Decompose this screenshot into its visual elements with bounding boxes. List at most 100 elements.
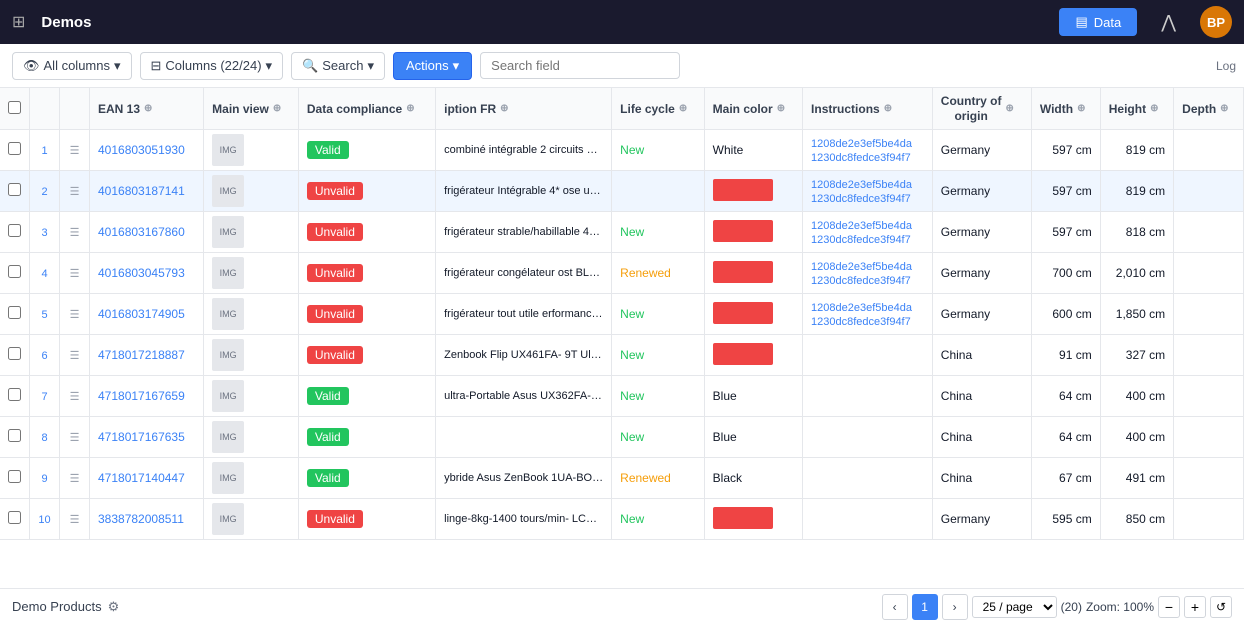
life-cycle-badge: New [620,143,644,157]
col-country-of-origin[interactable]: Country oforigin ⊕ [932,88,1031,130]
row-checkbox-cell [0,499,30,540]
row-flag: ☰ [60,376,90,417]
row-checkbox[interactable] [8,429,21,442]
sort-icon-5: ⊕ [679,103,687,114]
cell-life-cycle: New [612,417,705,458]
table-row: 9☰4718017140447IMGValidybride Asus ZenBo… [0,458,1244,499]
next-page-button[interactable]: › [942,594,968,620]
instruction-link[interactable]: 1208de2e3ef5be4da [811,302,912,314]
row-checkbox-cell [0,458,30,499]
page-1-button[interactable]: 1 [912,594,938,620]
cell-description: combiné intégrable 2 circuits ost/BioFre… [436,130,612,171]
sort-icon: ⊕ [144,103,152,114]
instruction-link[interactable]: 1208de2e3ef5be4da [811,220,912,232]
cell-ean13: 4718017140447 [90,458,204,499]
row-checkbox[interactable] [8,142,21,155]
cell-country-of-origin: Germany [932,294,1031,335]
product-thumbnail: IMG [212,421,244,453]
search-button[interactable]: 🔍 Search ▾ [291,52,385,80]
zoom-in-button[interactable]: + [1184,596,1206,618]
select-all-checkbox[interactable] [8,101,21,114]
all-columns-button[interactable]: 👁 All columns ▾ [12,52,132,80]
instruction-link[interactable]: 1208de2e3ef5be4da [811,138,912,150]
cell-ean13: 4718017167659 [90,376,204,417]
row-checkbox-cell [0,171,30,212]
col-description-fr[interactable]: iption FR⊕ [436,88,612,130]
cell-height: 819 cm [1100,171,1173,212]
search-input[interactable] [480,52,680,79]
table-row: 4☰4016803045793IMGUnvalidfrigérateur con… [0,253,1244,294]
cell-main-view: IMG [204,253,299,294]
col-flag [60,88,90,130]
columns-button[interactable]: ⊟ Columns (22/24) ▾ [140,52,284,80]
row-checkbox-cell [0,253,30,294]
col-data-compliance[interactable]: Data compliance⊕ [298,88,435,130]
compliance-badge: Valid [307,141,349,159]
cell-data-compliance: Unvalid [298,253,435,294]
cell-main-view: IMG [204,417,299,458]
data-button[interactable]: ▤ Data [1059,8,1137,36]
cell-life-cycle: New [612,212,705,253]
col-width[interactable]: Width⊕ [1031,88,1100,130]
instruction-link[interactable]: 1230dc8fedce3f94f7 [811,275,911,287]
sort-icon-6: ⊕ [777,103,785,114]
row-checkbox[interactable] [8,388,21,401]
cell-main-view: IMG [204,294,299,335]
cell-height: 400 cm [1100,376,1173,417]
col-main-view[interactable]: Main view⊕ [204,88,299,130]
cell-main-view: IMG [204,130,299,171]
row-number: 10 [30,499,60,540]
zoom-out-button[interactable]: − [1158,596,1180,618]
cell-country-of-origin: Germany [932,212,1031,253]
col-life-cycle[interactable]: Life cycle⊕ [612,88,705,130]
per-page-select[interactable]: 25 / page [972,596,1057,618]
col-checkbox[interactable] [0,88,30,130]
col-depth[interactable]: Depth⊕ [1174,88,1244,130]
life-cycle-badge: New [620,307,644,321]
sort-icon-4: ⊕ [500,103,508,114]
col-instructions[interactable]: Instructions⊕ [803,88,933,130]
col-main-color[interactable]: Main color⊕ [704,88,802,130]
row-checkbox[interactable] [8,511,21,524]
row-number: 3 [30,212,60,253]
row-checkbox[interactable] [8,183,21,196]
cell-width: 597 cm [1031,171,1100,212]
instruction-link[interactable]: 1230dc8fedce3f94f7 [811,152,911,164]
cell-life-cycle: New [612,335,705,376]
row-checkbox[interactable] [8,224,21,237]
row-checkbox[interactable] [8,470,21,483]
row-checkbox[interactable] [8,306,21,319]
row-checkbox[interactable] [8,265,21,278]
cell-width: 91 cm [1031,335,1100,376]
cell-height: 491 cm [1100,458,1173,499]
cell-data-compliance: Unvalid [298,212,435,253]
instruction-link[interactable]: 1230dc8fedce3f94f7 [811,193,911,205]
cell-instructions [803,458,933,499]
actions-button[interactable]: Actions ▾ [393,52,472,80]
row-checkbox[interactable] [8,347,21,360]
cell-main-view: IMG [204,212,299,253]
cell-description: Zenbook Flip UX461FA- 9T Ultrabook 14" G… [436,335,612,376]
gear-icon[interactable]: ⚙ [108,599,120,615]
table-header-row: EAN 13⊕ Main view⊕ Data compliance⊕ ipti… [0,88,1244,130]
app-title: Demos [41,14,91,31]
share-button[interactable]: ⋀ [1153,8,1184,37]
instruction-link[interactable]: 1208de2e3ef5be4da [811,179,912,191]
avatar[interactable]: BP [1200,6,1232,38]
log-label: Log [1216,59,1236,73]
col-height[interactable]: Height⊕ [1100,88,1173,130]
col-ean13[interactable]: EAN 13⊕ [90,88,204,130]
prev-page-button[interactable]: ‹ [882,594,908,620]
cell-main-color: Blue [704,376,802,417]
compliance-badge: Unvalid [307,182,363,200]
instruction-link[interactable]: 1208de2e3ef5be4da [811,261,912,273]
row-number: 2 [30,171,60,212]
life-cycle-badge: New [620,430,644,444]
product-thumbnail: IMG [212,462,244,494]
refresh-button[interactable]: ↺ [1210,596,1232,618]
instruction-link[interactable]: 1230dc8fedce3f94f7 [811,234,911,246]
cell-width: 64 cm [1031,376,1100,417]
table-row: 5☰4016803174905IMGUnvalidfrigérateur tou… [0,294,1244,335]
instruction-link[interactable]: 1230dc8fedce3f94f7 [811,316,911,328]
cell-width: 597 cm [1031,212,1100,253]
